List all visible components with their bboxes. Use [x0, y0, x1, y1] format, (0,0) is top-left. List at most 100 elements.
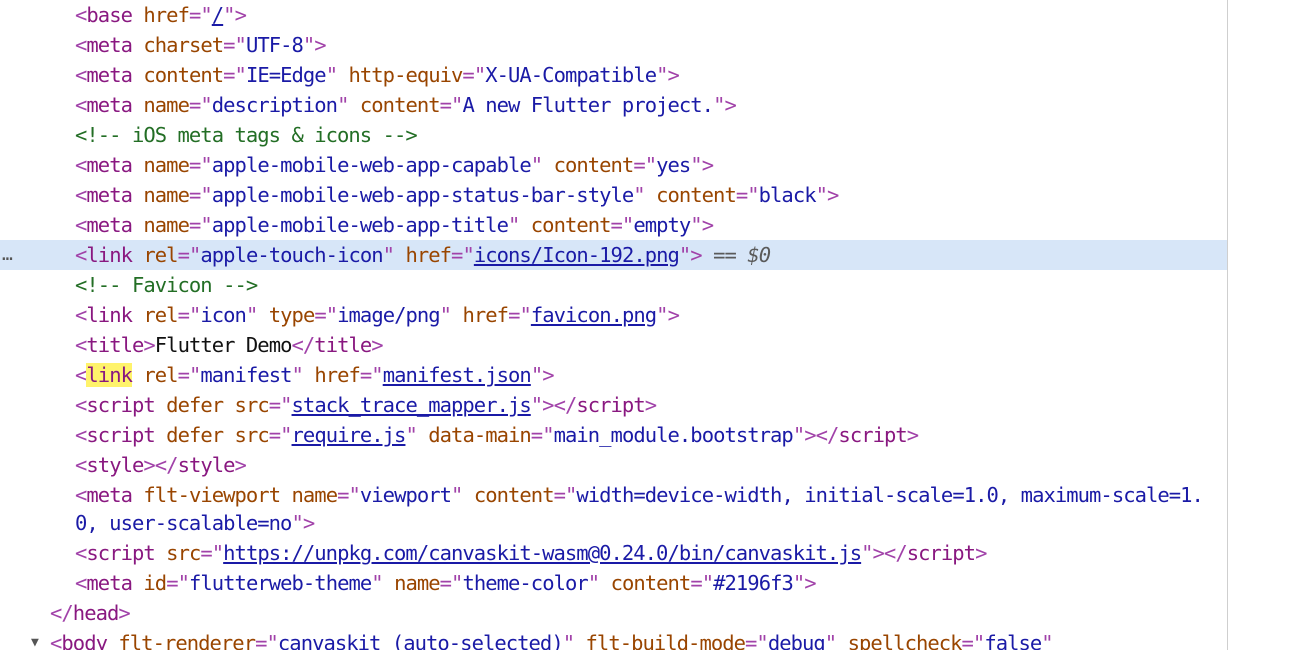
attr-name[interactable]: flt-renderer [118, 631, 256, 650]
attr-name[interactable]: name [143, 213, 190, 237]
tag-name[interactable]: title [86, 333, 144, 357]
attr-name[interactable]: src [166, 541, 201, 565]
tag-name[interactable]: meta [86, 483, 133, 507]
dom-node-row[interactable]: ▼ <body flt-renderer="canvaskit (auto-sel… [0, 628, 1227, 650]
attr-value[interactable]: yes [656, 153, 691, 177]
dom-node-row[interactable]: <meta content="IE=Edge" http-equiv="X-UA… [0, 60, 1227, 90]
dom-node-row[interactable]: <meta name="apple-mobile-web-app-capable… [0, 150, 1227, 180]
attr-name[interactable]: content [554, 153, 635, 177]
tag-name[interactable]: meta [86, 183, 133, 207]
dom-node-row[interactable]: <!-- iOS meta tags & icons --> [0, 120, 1227, 150]
tag-name[interactable]: script [86, 541, 155, 565]
tag-name[interactable]: head [73, 601, 120, 625]
tag-name[interactable]: script [838, 423, 907, 447]
attr-link[interactable]: favicon.png [531, 303, 657, 327]
attr-value[interactable]: apple-touch-icon [200, 243, 383, 267]
attr-value[interactable]: empty [633, 213, 691, 237]
attr-value[interactable]: canvaskit (auto-selected) [278, 631, 564, 650]
attr-name[interactable]: defer [166, 393, 224, 417]
attr-name[interactable]: name [292, 483, 339, 507]
attr-value[interactable]: icon [200, 303, 247, 327]
dom-node-row[interactable]: <script defer src="stack_trace_mapper.js… [0, 390, 1227, 420]
attr-value[interactable]: main_module.bootstrap [554, 423, 794, 447]
attr-name[interactable]: rel [143, 303, 178, 327]
attr-value[interactable]: viewport [360, 483, 452, 507]
attr-name[interactable]: src [235, 393, 270, 417]
tag-name[interactable]: meta [86, 63, 133, 87]
attr-value[interactable]: #2196f3 [713, 571, 794, 595]
dom-node-row[interactable]: <title>Flutter Demo</title> [0, 330, 1227, 360]
attr-name[interactable]: href [462, 303, 509, 327]
attr-name[interactable]: name [143, 183, 190, 207]
tag-name[interactable]: link [86, 303, 133, 327]
attr-name[interactable]: name [143, 153, 190, 177]
attr-name[interactable]: content [143, 63, 224, 87]
attr-name[interactable]: content [531, 213, 612, 237]
attr-name[interactable]: name [394, 571, 441, 595]
tag-name[interactable]: script [86, 423, 155, 447]
panel-divider[interactable] [1227, 0, 1228, 650]
attr-link[interactable]: icons/Icon-192.png [474, 243, 680, 267]
attr-value[interactable]: apple-mobile-web-app-status-bar-style [212, 183, 634, 207]
attr-link[interactable]: / [212, 3, 224, 27]
attr-name[interactable]: href [143, 3, 190, 27]
dom-node-row[interactable]: </head> [0, 598, 1227, 628]
tag-name[interactable]: meta [86, 153, 133, 177]
attr-name[interactable]: id [143, 571, 167, 595]
attr-value[interactable]: black [759, 183, 817, 207]
dom-node-row[interactable]: <meta flt-viewport name="viewport" conte… [0, 480, 1227, 538]
attr-name[interactable]: rel [143, 243, 178, 267]
dom-node-row-selected[interactable]: … <link rel="apple-touch-icon" href="icon… [0, 240, 1227, 270]
tag-name[interactable]: meta [86, 93, 133, 117]
expand-triangle-icon[interactable]: ▼ [31, 628, 39, 650]
attr-name[interactable]: src [235, 423, 270, 447]
tag-name[interactable]: base [86, 3, 133, 27]
tag-name[interactable]: style [178, 453, 236, 477]
attr-value[interactable]: image/png [337, 303, 440, 327]
attr-name[interactable]: href [314, 363, 361, 387]
tag-name[interactable]: meta [86, 33, 133, 57]
attr-name[interactable]: data-main [428, 423, 531, 447]
attr-value[interactable]: UTF-8 [246, 33, 304, 57]
attr-name[interactable]: content [611, 571, 692, 595]
attr-name[interactable]: rel [143, 363, 178, 387]
search-highlight[interactable]: link [86, 363, 133, 387]
tag-name[interactable]: meta [86, 213, 133, 237]
attr-value[interactable]: manifest [200, 363, 292, 387]
tag-name[interactable]: script [907, 541, 976, 565]
attr-value[interactable]: theme-color [462, 571, 588, 595]
attr-value[interactable]: X-UA-Compatible [485, 63, 657, 87]
attr-name[interactable]: content [360, 93, 441, 117]
tag-name[interactable]: meta [86, 571, 133, 595]
dom-node-row[interactable]: <meta id="flutterweb-theme" name="theme-… [0, 568, 1227, 598]
tag-name[interactable]: script [86, 393, 155, 417]
tag-name[interactable]: link [86, 243, 133, 267]
attr-value[interactable]: A new Flutter project. [462, 93, 714, 117]
tag-name[interactable]: style [86, 453, 144, 477]
attr-name[interactable]: href [405, 243, 452, 267]
dom-node-row[interactable]: <meta name="apple-mobile-web-app-title" … [0, 210, 1227, 240]
dom-node-row[interactable]: <meta charset="UTF-8"> [0, 30, 1227, 60]
tag-name[interactable]: script [576, 393, 645, 417]
attr-link[interactable]: require.js [292, 423, 407, 447]
dom-node-row[interactable]: <base href="/"> [0, 0, 1227, 30]
dom-node-row[interactable]: <style></style> [0, 450, 1227, 480]
attr-name[interactable]: name [143, 93, 190, 117]
dom-node-row[interactable]: <script src="https://unpkg.com/canvaskit… [0, 538, 1227, 568]
attr-value[interactable]: description [212, 93, 338, 117]
attr-name[interactable]: flt-viewport [143, 483, 281, 507]
dom-node-row[interactable]: <meta name="apple-mobile-web-app-status-… [0, 180, 1227, 210]
attr-link[interactable]: stack_trace_mapper.js [292, 393, 532, 417]
dom-node-row[interactable]: <meta name="description" content="A new … [0, 90, 1227, 120]
attr-name[interactable]: http-equiv [349, 63, 464, 87]
tag-name[interactable]: body [61, 631, 108, 650]
attr-name[interactable]: content [474, 483, 555, 507]
attr-name[interactable]: spellcheck [848, 631, 963, 650]
attr-name[interactable]: flt-build-mode [586, 631, 746, 650]
attr-link[interactable]: https://unpkg.com/canvaskit-wasm@0.24.0/… [223, 541, 862, 565]
more-options-icon[interactable]: … [2, 240, 13, 270]
attr-value[interactable]: false [984, 631, 1042, 650]
attr-name[interactable]: charset [143, 33, 224, 57]
attr-link[interactable]: manifest.json [383, 363, 532, 387]
tag-name[interactable]: title [314, 333, 372, 357]
